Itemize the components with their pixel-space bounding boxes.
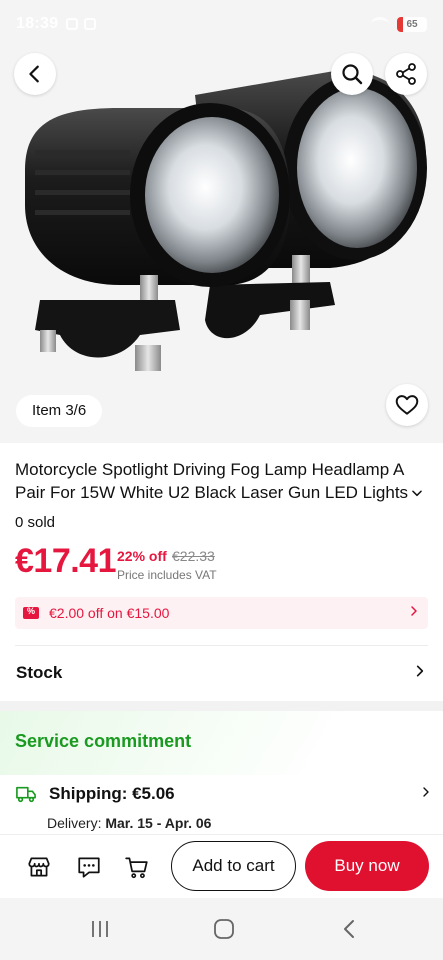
notification-icons [66,18,97,30]
home-button[interactable] [209,914,239,944]
heart-icon [395,395,419,415]
chevron-right-icon [408,604,420,622]
product-photo [0,0,443,443]
divider [15,645,428,646]
add-to-cart-button[interactable]: Add to cart [171,841,296,891]
system-back-button[interactable] [334,914,364,944]
wifi-icon [371,17,389,31]
shipping-label: Shipping: €5.06 [49,784,175,803]
coupon-icon [23,606,39,619]
original-price: €22.33 [172,548,215,564]
service-title: Service commitment [15,731,192,751]
back-arrow-icon [29,65,39,83]
battery-icon: 65 [397,16,427,32]
service-commitment-section: Service commitment [0,711,443,775]
buy-now-button[interactable]: Buy now [305,841,429,891]
chat-icon [78,857,100,878]
notification-icon [66,18,79,30]
share-button[interactable] [385,53,427,95]
search-icon [342,64,363,85]
vat-note: Price includes VAT [117,568,217,582]
stock-label: Stock [16,663,63,682]
gallery-item-counter: Item 3/6 [16,395,103,427]
back-arrow-icon [344,920,354,938]
status-bar: 18:39 65 [0,0,443,48]
product-title: Motorcycle Spotlight Driving Fog Lamp He… [15,460,409,502]
delivery-prefix: Delivery: [47,815,106,831]
store-icon [28,857,50,877]
discount-badge: 22% off [117,548,167,564]
back-button[interactable] [14,53,56,95]
sold-count: 0 sold [15,514,56,531]
coupon-banner[interactable]: €2.00 off on €15.00 [15,597,428,629]
notification-icon [84,18,97,30]
delivery-range: Mar. 15 - Apr. 06 [105,815,212,831]
share-icon [396,63,416,85]
favorite-button[interactable] [386,384,428,426]
recent-apps-button[interactable] [85,914,115,944]
search-button[interactable] [331,53,373,95]
home-icon [214,919,234,939]
coupon-text: €2.00 off on €15.00 [49,605,170,621]
product-image-gallery[interactable] [0,0,443,443]
status-time: 18:39 [16,15,59,32]
recent-apps-icon [92,921,108,937]
cart-button[interactable] [122,852,152,882]
shipping-row[interactable]: Shipping: €5.06 [15,784,175,804]
cart-icon [125,857,148,879]
section-separator [0,701,443,711]
chevron-right-icon[interactable] [420,785,432,804]
chat-button[interactable] [74,852,104,882]
truck-icon [16,786,36,803]
chevron-right-icon [413,664,427,683]
store-button[interactable] [24,852,54,882]
delivery-dates: Delivery: Mar. 15 - Apr. 06 [47,815,211,831]
current-price: €17.41 [15,542,117,580]
expand-title-button[interactable] [410,486,424,505]
stock-row[interactable]: Stock [0,650,443,696]
system-navigation-bar [0,898,443,960]
chevron-down-icon [412,490,422,497]
bottom-action-bar: Add to cart Buy now [0,834,443,898]
